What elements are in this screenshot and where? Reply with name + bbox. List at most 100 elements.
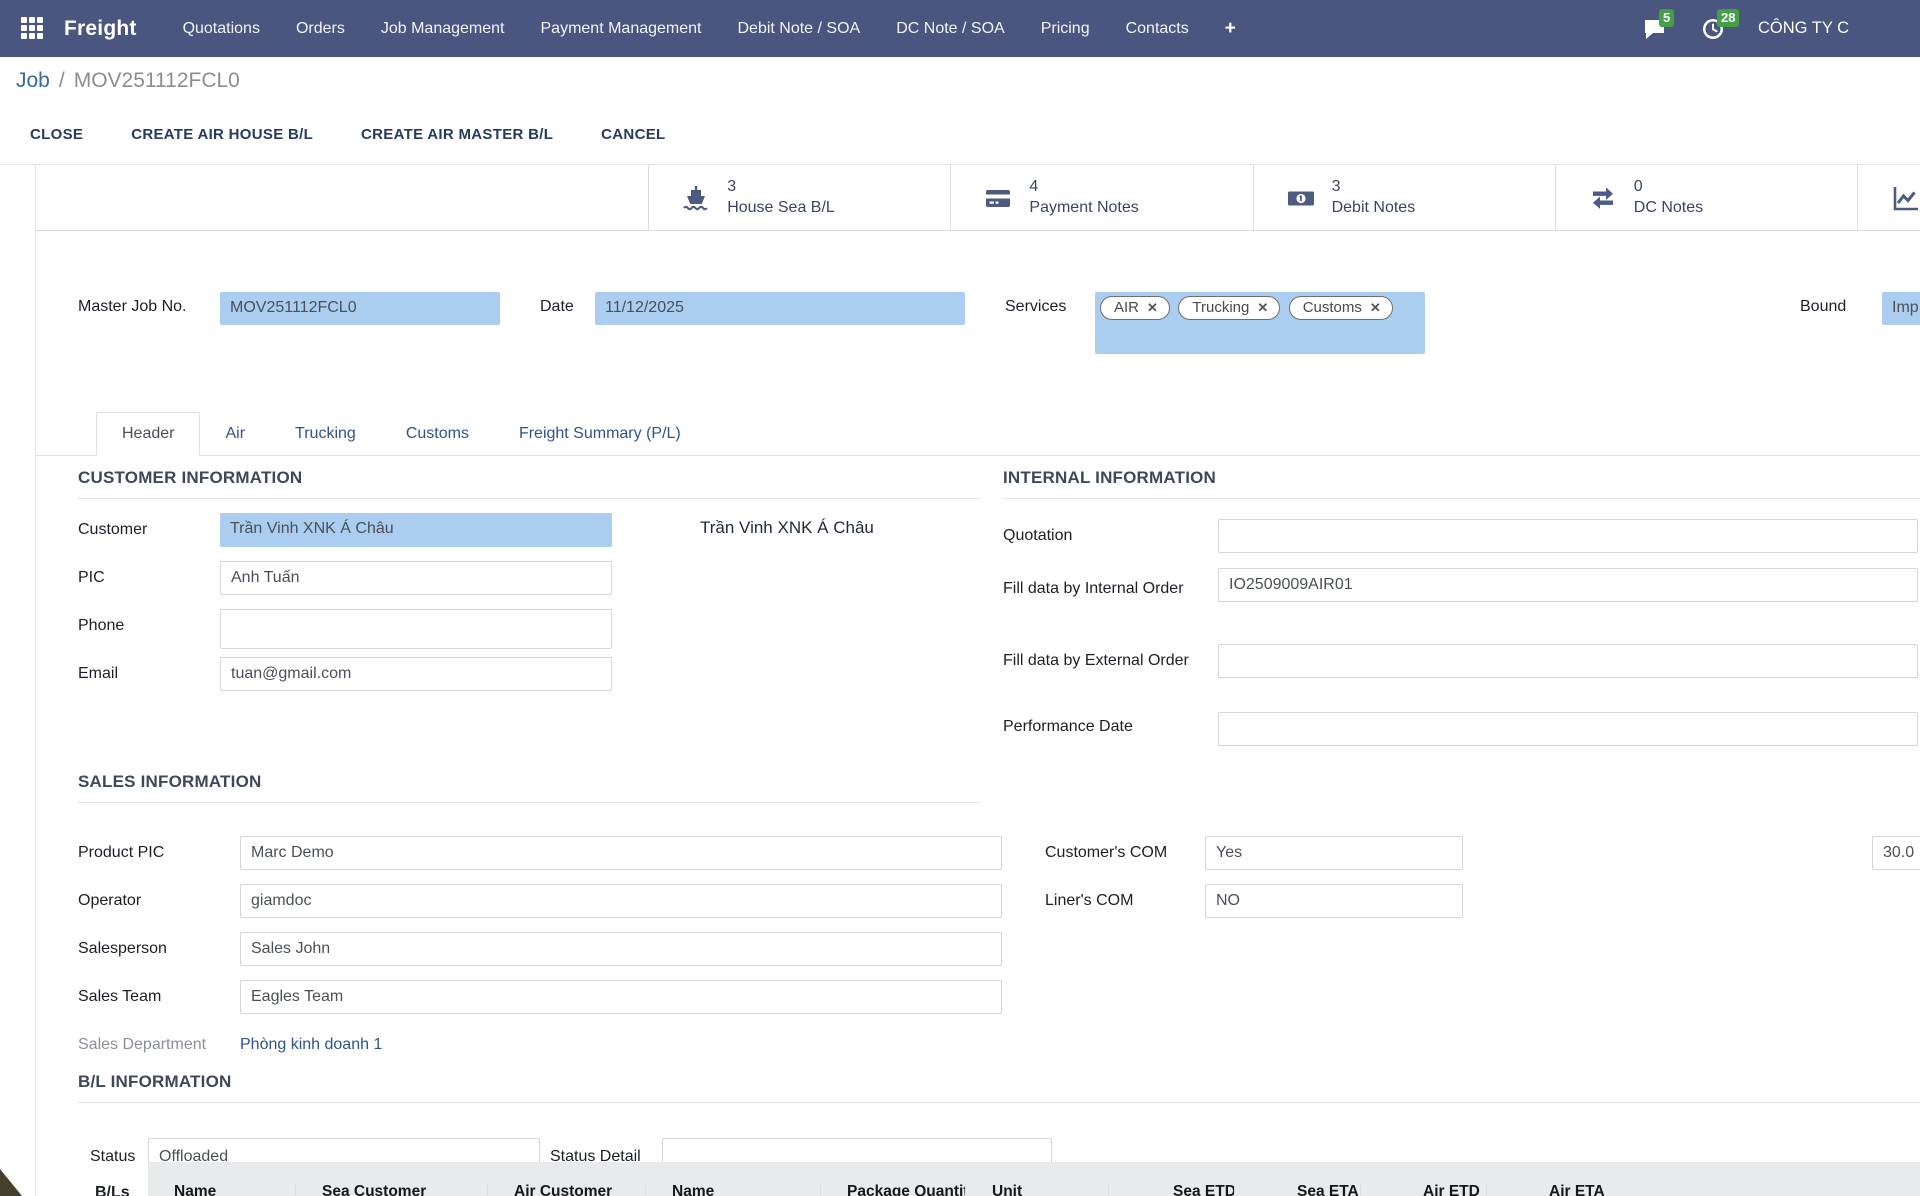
section-divider (78, 802, 980, 803)
stat-text: 4 Payment Notes (1029, 177, 1138, 219)
bl-column-sea-eta[interactable]: Sea ETA (1234, 1183, 1360, 1196)
sales-department-link[interactable]: Phòng kinh doanh 1 (240, 1036, 382, 1054)
notebook-tabs: Header Air Trucking Customs Freight Summ… (96, 412, 706, 456)
tab-customs[interactable]: Customs (381, 412, 494, 456)
company-menu[interactable]: CÔNG TY C (1758, 19, 1849, 38)
quotation-label: Quotation (1003, 527, 1072, 545)
bl-column-air-eta[interactable]: Air ETA (1486, 1183, 1612, 1196)
menu-orders[interactable]: Orders (278, 20, 363, 38)
bl-column-air-etd[interactable]: Air ETD (1360, 1183, 1486, 1196)
menu-job-management[interactable]: Job Management (363, 20, 523, 38)
email-field[interactable]: tuan@gmail.com (220, 657, 612, 691)
breadcrumb-job-link[interactable]: Job (16, 69, 50, 93)
phone-field[interactable] (220, 609, 612, 649)
bl-column-name[interactable]: Name (148, 1183, 295, 1196)
external-order-field[interactable] (1218, 644, 1918, 678)
date-label: Date (540, 298, 574, 316)
apps-grid-icon[interactable] (21, 17, 45, 41)
stat-row-spacer (35, 165, 648, 230)
bls-table-header: Name Sea Customer Air Customer Name Pack… (148, 1162, 1920, 1196)
pic-field[interactable]: Anh Tuấn (220, 561, 612, 595)
sales-team-label: Sales Team (78, 988, 161, 1006)
plus-icon[interactable]: + (1207, 18, 1254, 40)
performance-date-label: Performance Date (1003, 718, 1133, 736)
external-order-label: Fill data by External Order (1003, 645, 1213, 676)
messages-badge: 5 (1659, 9, 1674, 27)
action-button-bar: CLOSE CREATE AIR HOUSE B/L CREATE AIR MA… (0, 105, 1920, 165)
sheet-left-border (35, 165, 36, 1196)
customers-com-field[interactable]: Yes (1205, 836, 1463, 870)
stat-house-sea-bl[interactable]: 3 House Sea B/L (648, 165, 950, 230)
customers-com-rate-field[interactable]: 30.0 (1872, 836, 1920, 870)
bl-column-package-quantity[interactable]: Package Quantity (820, 1183, 965, 1196)
stat-text: 3 Debit Notes (1332, 177, 1416, 219)
app-title[interactable]: Freight (64, 17, 137, 41)
master-job-no-field[interactable]: MOV251112FCL0 (220, 292, 500, 325)
tab-header[interactable]: Header (96, 412, 200, 456)
activities-clock-icon[interactable]: 28 (1700, 16, 1726, 42)
stat-payment-notes[interactable]: 4 Payment Notes (950, 165, 1252, 230)
customer-information-title: CUSTOMER INFORMATION (78, 468, 302, 488)
top-navbar: Freight Quotations Orders Job Management… (0, 0, 1920, 57)
operator-field[interactable]: giamdoc (240, 884, 1002, 918)
internal-order-field[interactable]: IO2509009AIR01 (1218, 568, 1918, 602)
tag-remove-icon[interactable]: ✕ (1370, 301, 1381, 314)
tag-remove-icon[interactable]: ✕ (1147, 301, 1158, 314)
stat-analytics[interactable] (1857, 165, 1920, 230)
bound-label: Bound (1800, 298, 1846, 316)
breadcrumb: Job / MOV251112FCL0 (0, 57, 1920, 105)
tab-trucking[interactable]: Trucking (270, 412, 381, 456)
bl-column-sea-etd[interactable]: Sea ETD (1108, 1183, 1234, 1196)
bl-column-name-2[interactable]: Name (645, 1183, 820, 1196)
product-pic-field[interactable]: Marc Demo (240, 836, 1002, 870)
credit-card-icon (983, 183, 1013, 213)
customers-com-label: Customer's COM (1045, 844, 1167, 862)
create-air-house-bl-button[interactable]: CREATE AIR HOUSE B/L (131, 126, 313, 143)
stat-value: 4 (1029, 177, 1138, 198)
stat-debit-notes[interactable]: 3 Debit Notes (1253, 165, 1555, 230)
salesperson-field[interactable]: Sales John (240, 932, 1002, 966)
section-divider (78, 498, 980, 499)
section-divider (1003, 498, 1920, 499)
quotation-field[interactable] (1218, 519, 1918, 553)
services-field[interactable]: AIR ✕ Trucking ✕ Customs ✕ (1095, 292, 1425, 354)
stat-text: 3 House Sea B/L (727, 177, 835, 219)
stat-label: Debit Notes (1332, 198, 1416, 219)
performance-date-field[interactable] (1218, 712, 1918, 746)
tag-label: AIR (1114, 299, 1139, 316)
date-field[interactable]: 11/12/2025 (595, 292, 965, 325)
cancel-button[interactable]: CANCEL (601, 126, 665, 143)
menu-payment-management[interactable]: Payment Management (523, 20, 720, 38)
bound-field[interactable]: Imp (1882, 292, 1920, 325)
navbar-systray: 5 28 CÔNG TY C (1642, 0, 1849, 57)
exchange-arrows-icon (1588, 183, 1618, 213)
operator-label: Operator (78, 892, 141, 910)
sales-team-field[interactable]: Eagles Team (240, 980, 1002, 1014)
customer-display-name: Trần Vinh XNK Á Châu (700, 518, 874, 538)
menu-dc-note-soa[interactable]: DC Note / SOA (878, 20, 1022, 38)
menu-debit-note-soa[interactable]: Debit Note / SOA (719, 20, 878, 38)
bl-column-sea-customer[interactable]: Sea Customer (295, 1183, 487, 1196)
menu-pricing[interactable]: Pricing (1023, 20, 1108, 38)
liners-com-field[interactable]: NO (1205, 884, 1463, 918)
bl-column-unit[interactable]: Unit (965, 1183, 1108, 1196)
stat-dc-notes[interactable]: 0 DC Notes (1555, 165, 1857, 230)
menu-contacts[interactable]: Contacts (1108, 20, 1207, 38)
service-tag-customs: Customs ✕ (1289, 296, 1393, 320)
tab-air[interactable]: Air (200, 412, 270, 456)
service-tag-air: AIR ✕ (1100, 296, 1170, 320)
bl-column-air-customer[interactable]: Air Customer (487, 1183, 645, 1196)
menu-quotations[interactable]: Quotations (165, 20, 278, 38)
create-air-master-bl-button[interactable]: CREATE AIR MASTER B/L (361, 126, 553, 143)
close-button[interactable]: CLOSE (30, 126, 83, 143)
master-job-no-label: Master Job No. (78, 298, 186, 316)
customer-label: Customer (78, 521, 147, 539)
messages-icon[interactable]: 5 (1642, 16, 1668, 42)
stat-button-row: 3 House Sea B/L 4 Payment Notes (35, 165, 1920, 231)
customer-field[interactable]: Trần Vinh XNK Á Châu (220, 513, 612, 547)
tag-remove-icon[interactable]: ✕ (1257, 301, 1268, 314)
stat-value: 3 (727, 177, 835, 198)
tag-label: Customs (1303, 299, 1362, 316)
tab-freight-summary[interactable]: Freight Summary (P/L) (494, 412, 706, 456)
job-form-screen: Freight Quotations Orders Job Management… (0, 0, 1920, 1196)
